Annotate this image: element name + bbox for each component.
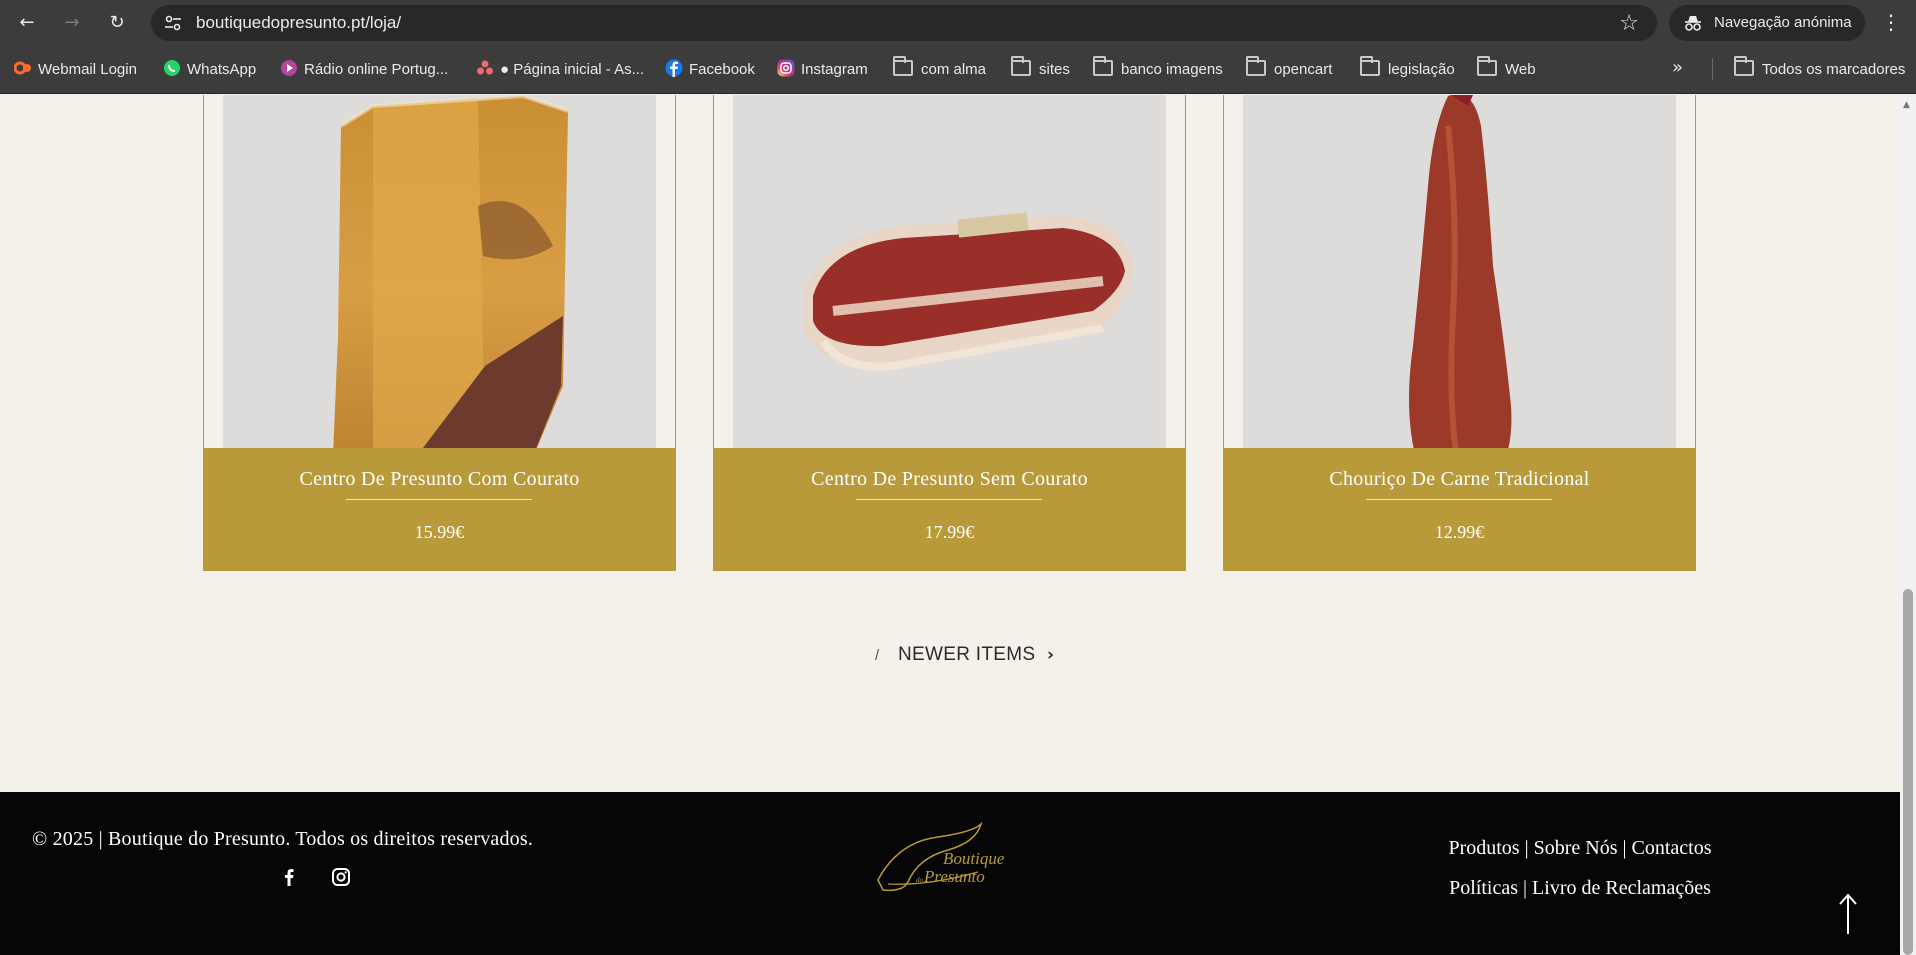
logo-text-presunto: Presunto <box>923 867 985 886</box>
product-price: 17.99€ <box>924 522 975 542</box>
page-content: Centro De Presunto Com Courato 15.99€ Ce… <box>0 95 1900 955</box>
scroll-up-arrow-icon[interactable]: ▲ <box>1903 100 1910 110</box>
browser-menu-icon[interactable]: ⋮ <box>1880 10 1902 34</box>
folder-icon <box>893 56 913 76</box>
whatsapp-icon <box>164 60 180 76</box>
folder-icon <box>1011 56 1031 76</box>
bookmark-label: WhatsApp <box>187 61 257 78</box>
title-divider <box>1366 499 1552 500</box>
forward-arrow-icon[interactable]: → <box>60 11 84 35</box>
page-scrollbar[interactable]: ▲ <box>1900 95 1916 955</box>
bookmark-label: legislação <box>1388 61 1455 78</box>
facebook-icon[interactable] <box>278 866 300 888</box>
product-name[interactable]: Chouriço De Carne Tradicional <box>1223 468 1696 491</box>
footer-link-produtos[interactable]: Produtos <box>1448 837 1519 859</box>
radio-icon <box>281 60 297 76</box>
footer-link-separator: | <box>1524 837 1529 859</box>
product-info[interactable]: Centro De Presunto Com Courato 15.99€ <box>203 448 676 571</box>
product-price: 15.99€ <box>414 522 465 542</box>
more-bookmarks-chevron-icon[interactable]: » <box>1672 57 1683 78</box>
footer-link-politicas[interactable]: Políticas <box>1449 877 1518 899</box>
facebook-icon <box>665 59 683 77</box>
product-name[interactable]: Centro De Presunto Com Courato <box>203 468 676 491</box>
bookmark-label: Web <box>1505 61 1536 78</box>
footer-link-separator: | <box>1622 837 1627 859</box>
footer-links-line-1: Produtos | Sobre Nós | Contactos <box>1380 828 1780 868</box>
bookmark-label: com alma <box>921 61 987 78</box>
chevron-right-icon[interactable]: › <box>1047 645 1054 665</box>
bookmark-label: ● Página inicial - As... <box>500 61 645 78</box>
footer-link-sobre-nos[interactable]: Sobre Nós <box>1534 837 1618 859</box>
newer-items-link[interactable]: NEWER ITEMS <box>898 644 1035 666</box>
folder-icon <box>1360 56 1380 76</box>
bookmark-label: Todos os marcadores <box>1762 61 1906 78</box>
url-text[interactable]: boutiquedopresunto.pt/loja/ <box>196 13 401 33</box>
bookmark-label: Webmail Login <box>38 61 137 78</box>
browser-toolbar: ← → ↻ boutiquedopresunto.pt/loja/ ☆ Nave… <box>0 0 1916 46</box>
bookmark-facebook[interactable]: Facebook <box>665 59 755 81</box>
pagination-separator: / <box>875 647 880 664</box>
bookmark-label: opencart <box>1274 61 1333 78</box>
logo-text-boutique: Boutique <box>943 849 1005 868</box>
bookmark-folder-legislacao[interactable]: legislação <box>1360 56 1455 81</box>
site-settings-icon[interactable] <box>163 13 183 33</box>
incognito-icon <box>1685 16 1701 31</box>
title-divider <box>856 499 1042 500</box>
logo-text-do: do <box>916 876 924 884</box>
title-divider <box>346 499 532 500</box>
bookmark-label: Facebook <box>689 61 755 78</box>
bookmark-instagram[interactable]: Instagram <box>777 59 868 81</box>
reload-icon[interactable]: ↻ <box>105 11 129 35</box>
scrollbar-thumb[interactable] <box>1903 589 1913 955</box>
footer-link-separator: | <box>1523 877 1528 899</box>
incognito-indicator[interactable]: Navegação anónima <box>1669 5 1865 41</box>
product-card[interactable]: Centro De Presunto Sem Courato 17.99€ <box>713 95 1186 571</box>
boutique-do-presunto-logo[interactable]: Boutique do Presunto <box>868 822 1014 892</box>
bookmark-label: Rádio online Portug... <box>304 61 449 78</box>
instagram-icon[interactable] <box>330 866 352 888</box>
bookmarks-bar: Webmail Login WhatsApp Rádio online Port… <box>0 46 1916 94</box>
folder-icon <box>1093 56 1113 76</box>
bookmark-folder-com-alma[interactable]: com alma <box>893 56 987 81</box>
bookmark-label: Instagram <box>801 61 868 78</box>
incognito-label: Navegação anónima <box>1714 14 1852 31</box>
product-name[interactable]: Centro De Presunto Sem Courato <box>713 468 1186 491</box>
back-arrow-icon[interactable]: ← <box>15 11 39 35</box>
bookmarks-divider <box>1712 58 1713 80</box>
instagram-icon <box>777 59 795 77</box>
product-info[interactable]: Chouriço De Carne Tradicional 12.99€ <box>1223 448 1696 571</box>
bookmark-whatsapp[interactable]: WhatsApp <box>163 59 256 81</box>
product-card[interactable]: Centro De Presunto Com Courato 15.99€ <box>203 95 676 571</box>
folder-icon <box>1477 56 1497 76</box>
back-to-top-arrow-icon[interactable] <box>1836 892 1860 936</box>
product-card[interactable]: Chouriço De Carne Tradicional 12.99€ <box>1223 95 1696 571</box>
cpanel-icon <box>14 61 31 75</box>
bookmark-label: sites <box>1039 61 1070 78</box>
bookmark-asana[interactable]: ● Página inicial - As... <box>476 59 644 81</box>
product-info[interactable]: Centro De Presunto Sem Courato 17.99€ <box>713 448 1186 571</box>
folder-icon <box>1246 56 1266 76</box>
bookmark-folder-opencart[interactable]: opencart <box>1246 56 1333 81</box>
asana-icon <box>477 60 493 75</box>
footer-link-contactos[interactable]: Contactos <box>1632 837 1712 859</box>
product-price: 12.99€ <box>1434 522 1485 542</box>
footer-links: Produtos | Sobre Nós | Contactos Polític… <box>1380 828 1780 908</box>
all-bookmarks-folder[interactable]: Todos os marcadores <box>1734 56 1906 81</box>
bookmark-radio[interactable]: Rádio online Portug... <box>280 59 448 81</box>
bookmark-webmail[interactable]: Webmail Login <box>14 59 137 81</box>
bookmark-folder-web[interactable]: Web <box>1477 56 1536 81</box>
bookmark-star-icon[interactable]: ☆ <box>1619 11 1639 36</box>
bookmark-folder-sites[interactable]: sites <box>1011 56 1070 81</box>
bookmark-folder-banco-imagens[interactable]: banco imagens <box>1093 56 1223 81</box>
copyright-text: © 2025 | Boutique do Presunto. Todos os … <box>32 828 534 850</box>
footer-link-livro-reclamacoes[interactable]: Livro de Reclamações <box>1532 877 1711 899</box>
bookmark-label: banco imagens <box>1121 61 1223 78</box>
footer-links-line-2: Políticas | Livro de Reclamações <box>1380 868 1780 908</box>
address-bar[interactable]: boutiquedopresunto.pt/loja/ ☆ <box>151 5 1657 41</box>
site-footer: © 2025 | Boutique do Presunto. Todos os … <box>0 792 1900 955</box>
folder-icon <box>1734 56 1754 76</box>
